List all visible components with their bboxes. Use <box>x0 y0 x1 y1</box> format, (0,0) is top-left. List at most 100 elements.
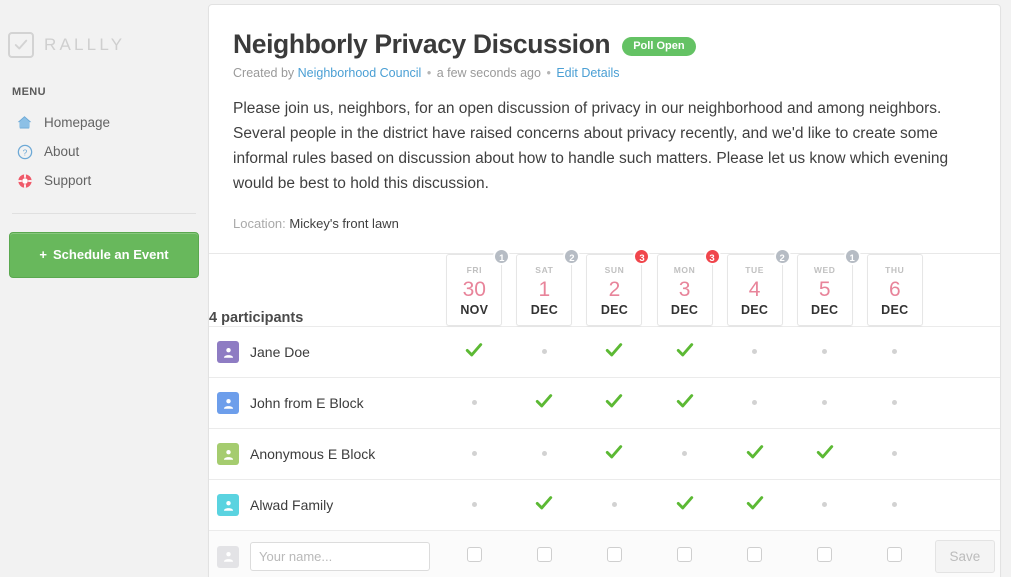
vote-checkbox-cell[interactable] <box>509 531 579 577</box>
vote-no-cell <box>790 378 860 429</box>
date-day: 3 <box>678 278 691 301</box>
row-spacer <box>930 327 1000 378</box>
vote-checkbox[interactable] <box>747 546 763 562</box>
date-box: SUN 2 DEC 3 <box>586 248 651 326</box>
avatar <box>217 494 239 516</box>
date-column-header[interactable]: SUN 2 DEC 3 <box>579 248 651 327</box>
vote-no-cell <box>439 480 509 531</box>
check-icon <box>535 495 553 516</box>
save-cell: Save <box>930 531 1000 577</box>
date-weekday: TUE <box>745 265 765 275</box>
vote-checkbox-cell[interactable] <box>860 531 930 577</box>
date-day: 6 <box>888 278 901 301</box>
vote-checkbox[interactable] <box>606 546 622 562</box>
date-month: DEC <box>530 303 559 317</box>
no-vote-dot-icon <box>752 349 758 355</box>
no-vote-dot-icon <box>471 502 477 508</box>
table-row: John from E Block <box>209 377 1000 429</box>
participant-name-cell: Alwad Family <box>209 480 439 531</box>
vote-yes-cell <box>439 327 509 378</box>
date-weekday: WED <box>813 265 836 275</box>
no-vote-dot-icon <box>892 349 898 355</box>
no-vote-dot-icon <box>892 502 898 508</box>
byline: Created by Neighborhood Council • a few … <box>233 66 974 80</box>
date-month: DEC <box>740 303 769 317</box>
date-month: DEC <box>881 303 909 317</box>
vote-count-badge: 1 <box>493 248 511 265</box>
byline-separator-2: • <box>546 66 551 80</box>
vote-checkbox-cell[interactable] <box>720 531 790 577</box>
no-vote-dot-icon <box>752 400 758 406</box>
date-box: THU 6 DEC <box>866 254 923 326</box>
name-input[interactable] <box>250 542 430 572</box>
date-weekday: MON <box>673 265 696 275</box>
participant-name: Anonymous E Block <box>250 446 376 462</box>
vote-count-badge: 2 <box>563 248 581 265</box>
vote-count-badge: 3 <box>703 248 721 265</box>
sidebar-menu: Homepage ? About Support <box>0 108 208 195</box>
check-icon <box>676 393 694 414</box>
vote-checkbox[interactable] <box>887 546 903 562</box>
date-month: DEC <box>811 303 839 317</box>
date-weekday: SUN <box>604 265 625 275</box>
date-column-header[interactable]: MON 3 DEC 3 <box>650 248 721 327</box>
schedule-event-button[interactable]: + Schedule an Event <box>9 232 199 278</box>
plus-icon: + <box>39 247 47 262</box>
location-label: Location: <box>233 216 286 231</box>
vote-yes-cell <box>650 327 720 378</box>
header-spacer <box>930 254 1000 327</box>
vote-checkbox-cell[interactable] <box>650 531 720 577</box>
check-icon <box>816 444 834 465</box>
vote-table: 4 participants FRI 30 NOV 1 SAT 1 DEC 2 … <box>209 248 1000 577</box>
vote-no-cell <box>790 480 860 531</box>
poll-description: Please join us, neighbors, for an open d… <box>233 100 949 192</box>
sidebar-item-label: About <box>44 144 80 159</box>
sidebar-divider <box>12 213 196 214</box>
date-column-header[interactable]: FRI 30 NOV 1 <box>439 248 511 327</box>
no-vote-dot-icon <box>611 502 617 508</box>
vote-no-cell <box>439 429 509 480</box>
date-day: 1 <box>538 278 551 301</box>
new-participant-row: Save <box>209 530 1000 577</box>
table-row: Jane Doe <box>209 326 1000 378</box>
vote-no-cell <box>720 327 790 378</box>
date-box: SAT 1 DEC 2 <box>516 248 581 326</box>
sidebar-item-label: Support <box>44 173 92 188</box>
brand-name: RALLLY <box>44 35 126 54</box>
vote-yes-cell <box>579 327 649 378</box>
vote-checkbox[interactable] <box>817 546 833 562</box>
edit-details-link[interactable]: Edit Details <box>556 66 619 80</box>
vote-yes-cell <box>650 378 720 429</box>
date-column-header[interactable]: WED 5 DEC 1 <box>790 248 861 327</box>
vote-yes-cell <box>650 480 720 531</box>
vote-yes-cell <box>509 480 579 531</box>
sidebar-item-homepage[interactable]: Homepage <box>0 108 208 137</box>
save-button[interactable]: Save <box>934 540 996 574</box>
vote-checkbox[interactable] <box>466 546 482 562</box>
vote-checkbox[interactable] <box>536 546 552 562</box>
participant-name-cell: John from E Block <box>209 378 439 429</box>
check-icon <box>746 444 764 465</box>
row-spacer <box>930 480 1000 531</box>
vote-checkbox-cell[interactable] <box>439 531 509 577</box>
date-column-header[interactable]: TUE 4 DEC 2 <box>720 248 791 327</box>
participant-name-cell: Anonymous E Block <box>209 429 439 480</box>
byline-separator-1: • <box>426 66 432 80</box>
brand-logo[interactable]: RALLLY <box>0 24 208 58</box>
vote-checkbox-cell[interactable] <box>579 531 649 577</box>
author-link[interactable]: Neighborhood Council <box>298 66 422 80</box>
no-vote-dot-icon <box>541 349 547 355</box>
vote-checkbox[interactable] <box>677 546 693 562</box>
date-column-header[interactable]: SAT 1 DEC 2 <box>509 248 581 327</box>
sidebar-item-support[interactable]: Support <box>0 166 208 195</box>
vote-yes-cell <box>579 429 649 480</box>
date-header-row: 4 participants FRI 30 NOV 1 SAT 1 DEC 2 … <box>209 248 1000 327</box>
poll-card: Neighborly Privacy Discussion Poll Open … <box>208 4 1001 577</box>
date-column-header[interactable]: THU 6 DEC <box>860 254 930 327</box>
created-by-label: Created by <box>233 66 295 80</box>
vote-no-cell <box>790 327 860 378</box>
date-month: DEC <box>600 303 629 317</box>
check-icon <box>746 495 764 516</box>
sidebar-item-about[interactable]: ? About <box>0 137 208 166</box>
vote-checkbox-cell[interactable] <box>790 531 860 577</box>
